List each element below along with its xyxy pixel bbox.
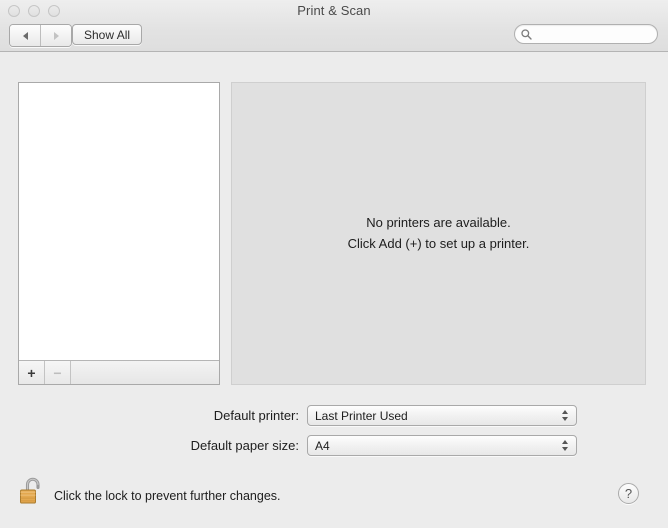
list-toolbar-filler xyxy=(71,361,219,384)
lock-row: Click the lock to prevent further change… xyxy=(18,474,281,508)
lock-message: Click the lock to prevent further change… xyxy=(54,489,281,503)
remove-printer-button: − xyxy=(45,361,71,384)
question-mark-icon: ? xyxy=(624,486,633,501)
empty-state-line-1: No printers are available. xyxy=(366,215,511,231)
default-printer-dropdown[interactable]: Last Printer Used xyxy=(307,405,577,426)
minus-icon: − xyxy=(53,364,62,381)
print-and-scan-window: Print & Scan Show All + − No printers ar… xyxy=(0,0,668,528)
default-paper-size-row: Default paper size: A4 xyxy=(0,435,600,456)
printer-list-box: + − xyxy=(18,82,220,385)
chevron-left-icon xyxy=(22,31,28,40)
back-button[interactable] xyxy=(10,25,40,46)
default-paper-size-dropdown[interactable]: A4 xyxy=(307,435,577,456)
chevron-updown-icon xyxy=(557,440,573,451)
chevron-updown-icon xyxy=(557,410,573,421)
search-icon xyxy=(521,28,532,40)
default-printer-row: Default printer: Last Printer Used xyxy=(0,405,600,426)
search-input[interactable] xyxy=(535,28,643,40)
default-paper-size-label: Default paper size: xyxy=(190,438,299,453)
default-paper-size-value: A4 xyxy=(315,438,330,453)
printer-detail-panel: No printers are available. Click Add (+)… xyxy=(231,82,646,385)
empty-state-message: No printers are available. Click Add (+)… xyxy=(348,213,530,253)
empty-state-line-2: Click Add (+) to set up a printer. xyxy=(347,235,530,251)
search-field[interactable] xyxy=(514,24,658,44)
page-title: Print & Scan xyxy=(297,3,371,18)
navigation-segmented-control xyxy=(9,24,72,47)
chevron-right-icon xyxy=(53,31,59,40)
unlocked-padlock-icon[interactable] xyxy=(18,474,46,508)
printer-list[interactable] xyxy=(19,83,219,361)
help-button[interactable]: ? xyxy=(618,483,639,504)
titlebar: Print & Scan Show All xyxy=(0,0,668,52)
show-all-button[interactable]: Show All xyxy=(72,24,143,45)
default-printer-label: Default printer: xyxy=(213,408,299,423)
show-all-label: Show All xyxy=(84,27,131,42)
printer-list-toolbar: + − xyxy=(19,360,219,384)
default-printer-value: Last Printer Used xyxy=(315,408,408,423)
plus-icon: + xyxy=(27,364,36,381)
add-printer-button[interactable]: + xyxy=(19,361,45,384)
forward-button[interactable] xyxy=(40,25,71,46)
